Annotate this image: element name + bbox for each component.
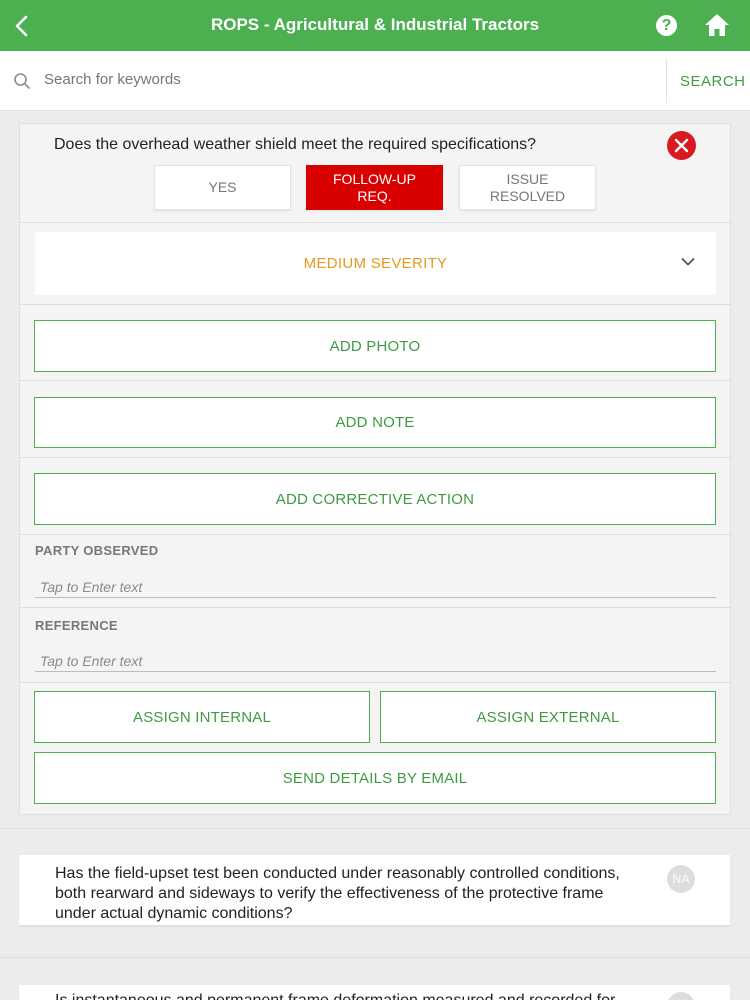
divider xyxy=(20,457,730,458)
search-icon xyxy=(14,73,30,89)
question-card[interactable]: Has the field-upset test been conducted … xyxy=(19,855,730,927)
na-button[interactable]: NA xyxy=(667,865,695,893)
top-app-bar: ROPS - Agricultural & Industrial Tractor… xyxy=(0,0,750,51)
section-divider xyxy=(0,828,750,829)
add-corrective-action-button[interactable]: ADD CORRECTIVE ACTION xyxy=(34,473,716,525)
question-text: Has the field-upset test been conducted … xyxy=(55,865,620,922)
option-yes-label: YES xyxy=(208,179,237,195)
question-text: Is instantaneous and permanent frame def… xyxy=(55,991,655,1000)
reference-input[interactable] xyxy=(35,650,716,672)
divider xyxy=(20,682,730,683)
send-details-email-label: SEND DETAILS BY EMAIL xyxy=(282,769,468,787)
option-follow-up-button[interactable]: FOLLOW-UP REQ. xyxy=(306,165,443,210)
option-yes-button[interactable]: YES xyxy=(154,165,291,210)
add-note-label: ADD NOTE xyxy=(335,414,415,431)
add-photo-label: ADD PHOTO xyxy=(329,337,421,355)
party-observed-label: PARTY OBSERVED xyxy=(35,543,159,558)
na-button[interactable] xyxy=(667,992,695,1000)
help-icon[interactable]: ? xyxy=(656,15,677,36)
question-text: Does the overhead weather shield meet th… xyxy=(54,136,537,153)
assign-internal-label: ASSIGN INTERNAL xyxy=(132,708,272,726)
severity-value: MEDIUM SEVERITY xyxy=(303,255,448,272)
search-button[interactable]: SEARCH xyxy=(680,73,746,90)
page-title: ROPS - Agricultural & Industrial Tractor… xyxy=(210,15,540,34)
divider xyxy=(20,304,730,305)
send-details-email-button[interactable]: SEND DETAILS BY EMAIL xyxy=(34,752,716,804)
option-follow-up-label: FOLLOW-UP REQ. xyxy=(333,170,416,204)
question-card[interactable]: Is instantaneous and permanent frame def… xyxy=(19,985,730,1000)
reference-label: REFERENCE xyxy=(35,618,118,633)
divider xyxy=(20,222,730,223)
assign-internal-button[interactable]: ASSIGN INTERNAL xyxy=(34,691,370,743)
option-issue-resolved-button[interactable]: ISSUE RESOLVED xyxy=(459,165,596,210)
chevron-down-icon xyxy=(681,258,695,266)
option-issue-resolved-label: ISSUE RESOLVED xyxy=(489,170,566,204)
add-note-button[interactable]: ADD NOTE xyxy=(34,397,716,448)
section-divider xyxy=(0,957,750,958)
search-bar: SEARCH xyxy=(0,51,750,111)
add-photo-button[interactable]: ADD PHOTO xyxy=(34,320,716,372)
assign-external-label: ASSIGN EXTERNAL xyxy=(476,708,620,726)
divider xyxy=(20,534,730,535)
add-corrective-action-label: ADD CORRECTIVE ACTION xyxy=(275,490,475,508)
divider xyxy=(20,380,730,381)
assign-external-button[interactable]: ASSIGN EXTERNAL xyxy=(380,691,716,743)
search-divider xyxy=(666,59,667,103)
search-input[interactable] xyxy=(44,71,644,88)
divider xyxy=(20,607,730,608)
close-icon[interactable] xyxy=(667,131,696,160)
party-observed-input[interactable] xyxy=(35,576,716,598)
home-icon[interactable] xyxy=(704,13,730,37)
severity-dropdown[interactable]: MEDIUM SEVERITY xyxy=(35,232,716,295)
